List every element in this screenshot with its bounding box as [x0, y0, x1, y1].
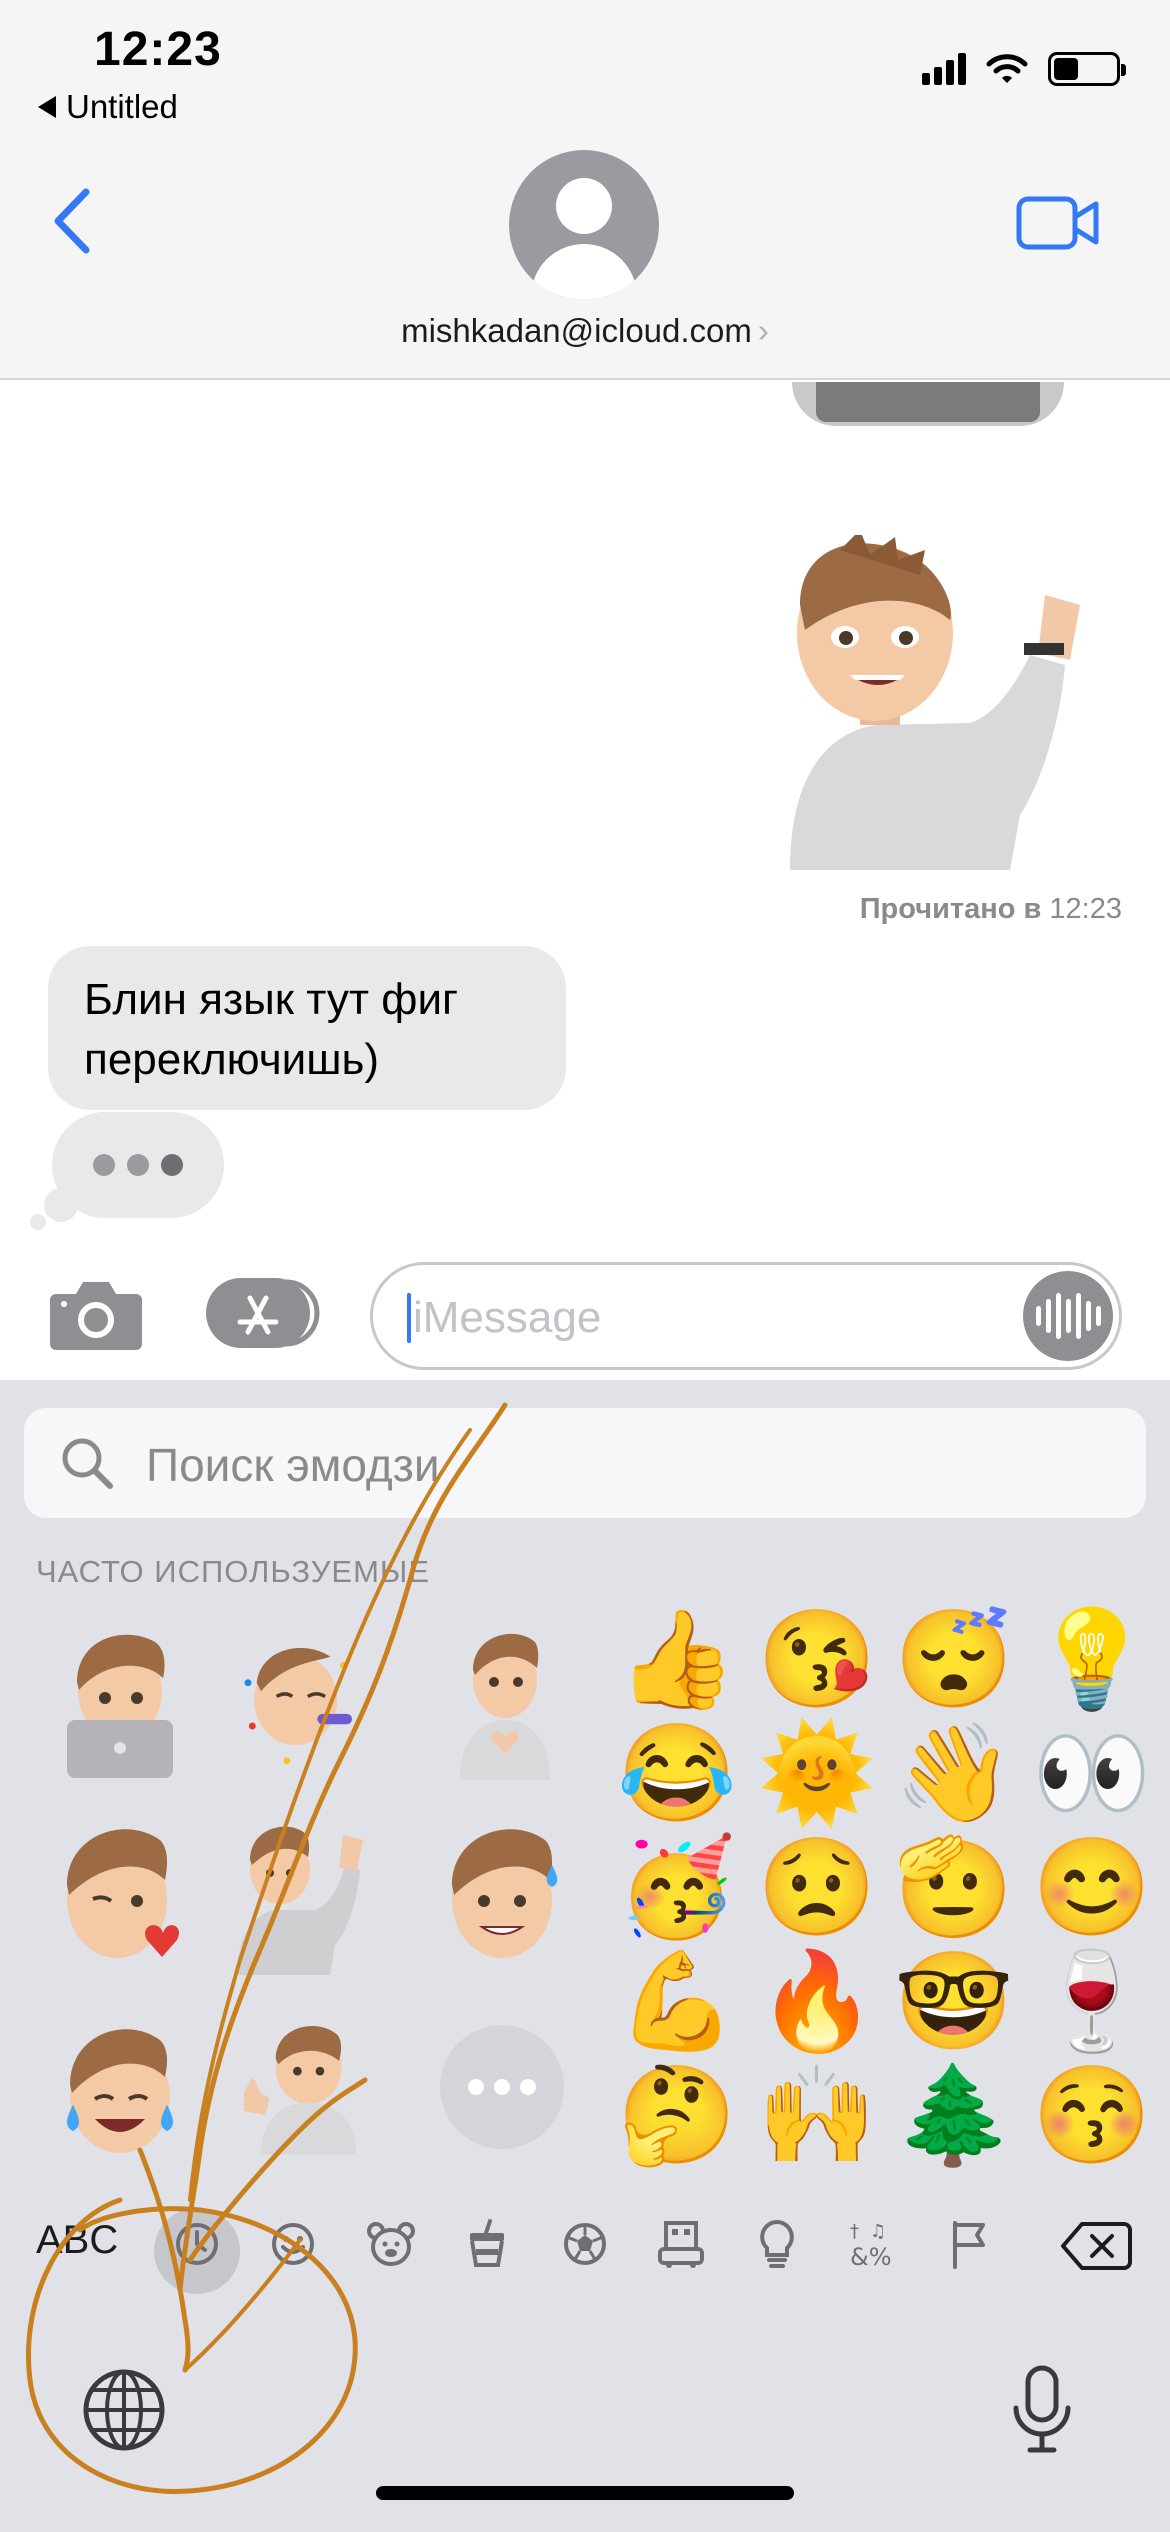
contact-chevron-icon: ›	[757, 312, 769, 349]
battery-icon	[1048, 52, 1126, 86]
emoji-fire[interactable]: 🔥	[757, 1954, 877, 2050]
chevron-left-icon[interactable]	[52, 188, 92, 254]
emoji-search-placeholder: Поиск эмодзи	[146, 1439, 440, 1491]
memoji-waving-small-sticker[interactable]	[235, 1815, 365, 1975]
back-triangle-icon	[38, 96, 56, 118]
emoji-worried[interactable]: 😟	[757, 1840, 877, 1936]
status-time: 12:23	[94, 23, 222, 76]
memoji-laptop-sticker[interactable]	[55, 1620, 185, 1780]
memoji-laughing-sticker[interactable]	[55, 2005, 185, 2165]
emoji-evergreen-tree[interactable]: 🌲	[894, 2068, 1014, 2164]
delete-icon[interactable]	[1060, 2220, 1132, 2272]
camera-icon[interactable]	[50, 1280, 142, 1350]
emoji-raising-hands[interactable]: 🙌	[757, 2068, 877, 2164]
emoji-waving-hand[interactable]: 👋	[894, 1726, 1014, 1822]
memoji-waving-sticker[interactable]	[780, 535, 1080, 870]
contact-name[interactable]: mishkadan@icloud.com ›	[0, 312, 1170, 350]
symbols-icon[interactable]: † ♫ &%	[838, 2194, 908, 2294]
emoji-kissing-smiling[interactable]: 😚	[1032, 2068, 1152, 2164]
food-icon[interactable]	[452, 2194, 522, 2294]
search-icon	[62, 1438, 113, 1489]
emoji-thinking[interactable]: 🤔	[617, 2068, 737, 2164]
emoji-partying[interactable]: 🥳	[617, 1840, 737, 1936]
microphone-icon[interactable]	[1010, 2364, 1074, 2456]
emoji-tears-of-joy[interactable]: 😂	[617, 1726, 737, 1822]
emoji-smiling[interactable]: 😊	[1032, 1840, 1152, 1936]
emoji-category-bar: † ♫ &%	[0, 2194, 1170, 2294]
message-input[interactable]: iMessage	[370, 1262, 1122, 1370]
clock-icon[interactable]	[162, 2194, 232, 2294]
emoji-thumbs-up[interactable]: 👍	[617, 1612, 737, 1708]
wifi-icon	[986, 54, 1028, 83]
smiley-icon[interactable]	[258, 2194, 328, 2294]
memoji-heart-hands-sticker[interactable]	[440, 1620, 570, 1780]
emoji-wine-glass[interactable]: 🍷	[1032, 1954, 1152, 2050]
back-to-app[interactable]: Untitled	[38, 88, 178, 126]
svg-text:♫: ♫	[870, 2221, 886, 2242]
emoji-sun-face[interactable]: 🌞	[757, 1726, 877, 1822]
app-store-icon[interactable]	[206, 1276, 320, 1350]
globe-icon[interactable]	[82, 2368, 166, 2452]
emoji-kiss[interactable]: 😘	[757, 1612, 877, 1708]
svg-text:&%: &%	[850, 2243, 892, 2271]
svg-text:†: †	[850, 2221, 859, 2242]
emoji-sleeping[interactable]: 😴	[894, 1612, 1014, 1708]
memoji-party-sticker[interactable]	[235, 1620, 365, 1780]
previous-sticker	[792, 382, 1064, 426]
emoji-lightbulb[interactable]: 💡	[1032, 1612, 1152, 1708]
more-stickers-button[interactable]	[440, 2025, 564, 2149]
video-camera-icon[interactable]	[1016, 196, 1100, 250]
ball-icon[interactable]	[550, 2194, 620, 2294]
memoji-thumbs-up-sticker[interactable]	[235, 2005, 365, 2165]
emoji-search-field[interactable]: Поиск эмодзи	[24, 1408, 1146, 1518]
flag-icon[interactable]	[934, 2194, 1004, 2294]
emoji-flexed-biceps[interactable]: 💪	[617, 1954, 737, 2050]
lightbulb-icon[interactable]	[742, 2194, 812, 2294]
text-caret	[407, 1293, 411, 1343]
emoji-salute[interactable]: 🫡	[894, 1840, 1014, 1936]
frequently-used-title: ЧАСТО ИСПОЛЬЗУЕМЫЕ	[36, 1554, 431, 1589]
building-icon[interactable]	[646, 2194, 716, 2294]
read-receipt: Прочитано в 12:23	[859, 893, 1122, 925]
emoji-nerd[interactable]: 🤓	[894, 1954, 1014, 2050]
audio-message-icon[interactable]	[1023, 1271, 1113, 1361]
home-indicator	[376, 2486, 794, 2500]
back-app-label: Untitled	[66, 88, 178, 125]
incoming-message-bubble[interactable]: Блин язык тут фиг переключишь)	[48, 946, 566, 1110]
bear-icon[interactable]	[356, 2194, 426, 2294]
memoji-wink-heart-sticker[interactable]	[55, 1815, 185, 1975]
contact-avatar[interactable]	[509, 150, 659, 300]
emoji-eyes[interactable]: 👀	[1032, 1726, 1152, 1822]
message-placeholder: iMessage	[413, 1293, 602, 1342]
memoji-sweat-sticker[interactable]	[440, 1815, 570, 1975]
status-icons	[922, 52, 1126, 86]
conversation-header: 12:23 Untitled mishkadan@icloud.com ›	[0, 0, 1170, 380]
cellular-signal-icon	[922, 53, 966, 85]
